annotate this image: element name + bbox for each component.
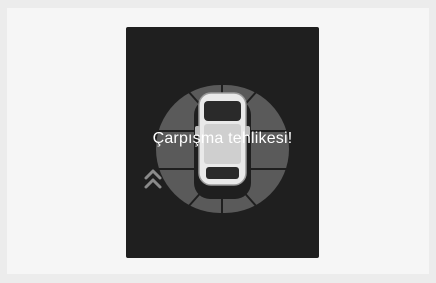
parking-assist-display: Çarpışma tehlikesi! <box>126 27 319 258</box>
double-chevron-up-icon <box>144 169 162 189</box>
page: Çarpışma tehlikesi! <box>0 0 436 283</box>
collision-warning-text: Çarpışma tehlikesi! <box>152 130 293 147</box>
